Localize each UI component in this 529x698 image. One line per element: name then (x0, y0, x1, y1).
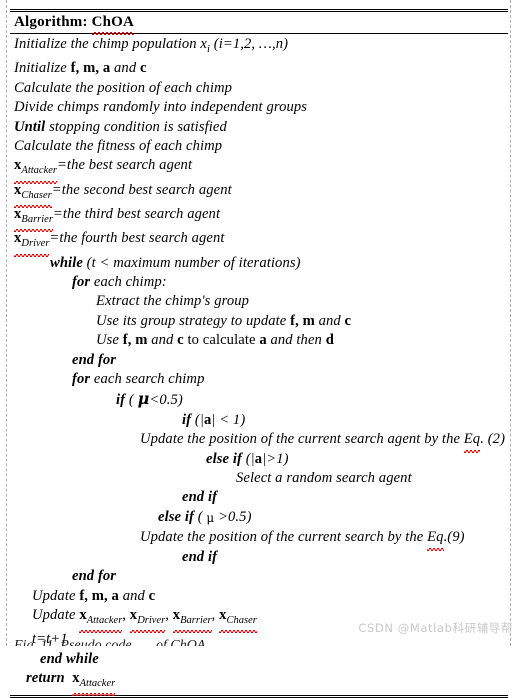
variable-x-chaser: xChaser (14, 181, 52, 209)
keyword-end-while: end while (40, 650, 99, 667)
variable-x-chaser-2: xChaser (219, 606, 257, 634)
csdn-watermark: CSDN @Matlab科研辅导帮 (358, 621, 513, 635)
symbol-mu-2: μ (206, 510, 215, 525)
keyword-end-for-2: end for (72, 568, 117, 585)
line-return: return xAttacker (10, 669, 508, 697)
line-if-mu-less: if ( μ<0.5) (116, 389, 183, 409)
algorithm-name: ChOA (91, 14, 135, 35)
line-if-a-less-1: if (|a| < 1) (182, 411, 246, 428)
keyword-for: for (72, 274, 91, 290)
line-else-if-mu-greater: else if ( μ >0.5) (158, 508, 252, 525)
keyword-else-if-2: else if (158, 508, 194, 525)
text-boundary-guide-left (6, 0, 7, 646)
keyword-for-2: for (72, 371, 91, 388)
line-x-chaser: xChaser=the second best search agent (10, 181, 508, 209)
line-select-random-agent: Select a random search agent (236, 470, 412, 487)
line-extract-group: Extract the chimp's group (96, 293, 250, 310)
line-while-iterations: while (t < maximum number of iterations) (50, 254, 301, 271)
algorithm-title-row: Algorithm: ChOA (10, 12, 508, 35)
line-use-group-strategy: Use its group strategy to update f, m an… (96, 312, 352, 329)
line-else-if-a-greater-1: else if (|a|>1) (206, 450, 289, 467)
line-until-stopping: Until stopping condition is satisfied (14, 118, 227, 135)
line-end-for-2: end for (10, 567, 508, 586)
symbol-mu-1: μ (137, 389, 150, 409)
line-init-fmac: Initialize f, m, a and c (14, 60, 147, 77)
variable-x-attacker-2: xAttacker (79, 606, 122, 634)
keyword-return: return (26, 670, 65, 687)
variable-x-barrier-2: xBarrier (172, 606, 212, 634)
keyword-until: Until (14, 118, 46, 135)
variable-x-driver-2: xDriver (129, 606, 166, 634)
variable-x-attacker: xAttacker (14, 156, 57, 185)
line-for-each-search-chimp: for each search chimp (72, 371, 205, 388)
line-end-if-1: end if (10, 488, 508, 507)
line-update-eq9: Update the position of the current searc… (10, 528, 508, 552)
line-x-attacker: xAttacker=the best search agent (10, 156, 508, 185)
keyword-else-if-1: else if (206, 450, 242, 467)
figure-caption: Fig. 11. Pseudo code ..... of ChOA (14, 638, 206, 646)
variable-x-barrier: xBarrier (14, 205, 53, 233)
reference-eq-9: Eq (427, 528, 444, 552)
line-calc-fitness: Calculate the fitness of each chimp (14, 137, 223, 154)
line-end-for-1: end for (10, 351, 508, 370)
page-title: Algorithm: ChOA (14, 14, 135, 35)
text-boundary-guide-right (510, 0, 511, 646)
line-x-barrier: xBarrier=the third best search agent (10, 205, 508, 233)
keyword-end-if-2: end if (182, 548, 218, 565)
line-divide-groups: Divide chimps randomly into independent … (14, 99, 308, 116)
algorithm-body: Initialize the chimp population xi (i=1,… (10, 34, 508, 697)
line-calc-position: Calculate the position of each chimp (14, 79, 233, 96)
line-init-population: Initialize the chimp population xi (i=1,… (14, 36, 289, 55)
keyword-end-if-1: end if (182, 489, 218, 506)
line-end-while: end while (10, 650, 508, 669)
reference-eq-2: Eq (463, 430, 481, 454)
algorithm-pseudocode-table: Algorithm: ChOA Initialize the chimp pop… (10, 9, 508, 698)
variable-x-driver: xDriver (14, 229, 50, 257)
keyword-while: while (50, 254, 83, 271)
keyword-end-for-1: end for (72, 351, 117, 368)
keyword-if-1: if (116, 392, 126, 409)
variable-x-attacker-3: xAttacker (72, 669, 115, 697)
line-update-eq2: Update the position of the current searc… (10, 430, 508, 454)
line-use-fmc-calculate: Use f, m and c to calculate a and then d (96, 332, 334, 349)
keyword-if-2: if (182, 411, 192, 428)
line-update-fmac: Update f, m, a and c (32, 587, 156, 604)
line-x-driver: xDriver=the fourth best search agent (10, 229, 508, 257)
line-for-each-chimp: for each chimp: (72, 274, 167, 290)
